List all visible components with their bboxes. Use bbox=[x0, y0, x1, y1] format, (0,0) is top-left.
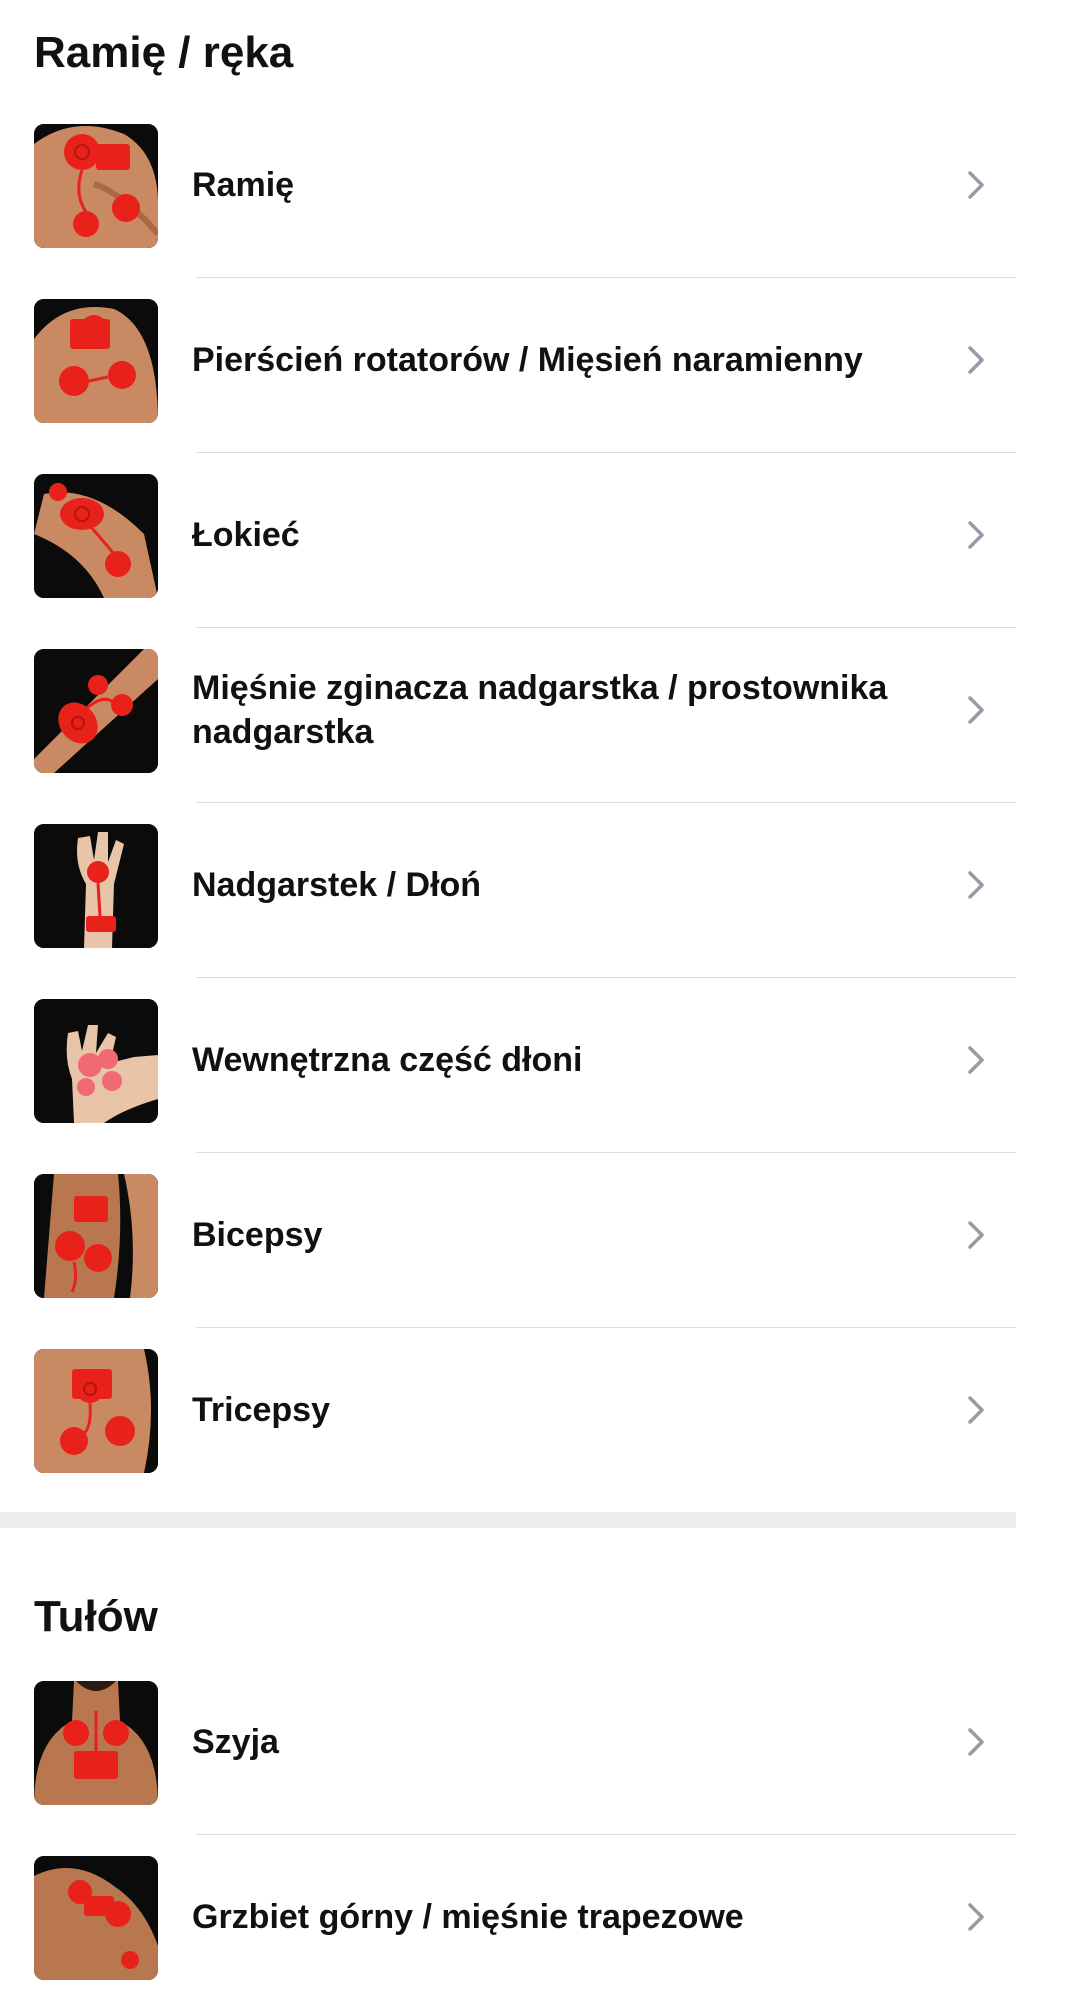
section-separator bbox=[0, 1512, 1016, 1528]
list-item-label: Bicepsy bbox=[192, 1216, 323, 1254]
chevron-right-icon bbox=[968, 1396, 984, 1424]
chevron-right-icon bbox=[968, 871, 984, 899]
list-item-label: Łokieć bbox=[192, 516, 300, 554]
list-item-label: Ramię bbox=[192, 166, 295, 204]
chevron-right-icon bbox=[968, 1903, 984, 1931]
chevron-right-icon bbox=[968, 696, 984, 724]
list-item-label: Nadgarstek / Dłoń bbox=[192, 866, 482, 904]
chevron-right-icon bbox=[968, 1221, 984, 1249]
list-item-palm[interactable]: Wewnętrzna część dłoni bbox=[0, 972, 1016, 1148]
list-item-neck[interactable]: Szyja bbox=[0, 1654, 1016, 1830]
list-item-label: Szyja bbox=[192, 1723, 279, 1761]
chevron-right-icon bbox=[968, 1728, 984, 1756]
list-item-biceps[interactable]: Bicepsy bbox=[0, 1147, 1016, 1323]
elbow-electrode-photo-icon bbox=[34, 474, 158, 598]
list-item-upper-back[interactable]: Grzbiet górny / mięśnie trapezowe bbox=[0, 1829, 1016, 2005]
section-title-arm: Ramię / ręka bbox=[34, 28, 294, 77]
list-item-triceps[interactable]: Tricepsy bbox=[0, 1322, 1016, 1498]
list-item-label: Pierścień rotatorów / Mięsień naramienny bbox=[192, 341, 863, 379]
upper-back-electrode-photo-icon bbox=[34, 1856, 158, 1980]
list-item-rotator-cuff[interactable]: Pierścień rotatorów / Mięsień naramienny bbox=[0, 272, 1016, 448]
neck-electrode-photo-icon bbox=[34, 1681, 158, 1805]
biceps-electrode-photo-icon bbox=[34, 1174, 158, 1298]
wrist-hand-electrode-photo-icon bbox=[34, 824, 158, 948]
shoulder-electrode-photo-icon bbox=[34, 124, 158, 248]
chevron-right-icon bbox=[968, 346, 984, 374]
list-item-shoulder[interactable]: Ramię bbox=[0, 97, 1016, 273]
forearm-electrode-photo-icon bbox=[34, 649, 158, 773]
list-item-label: Wewnętrzna część dłoni bbox=[192, 1041, 583, 1079]
list-item-label: Tricepsy bbox=[192, 1391, 330, 1429]
triceps-electrode-photo-icon bbox=[34, 1349, 158, 1473]
section-title-torso: Tułów bbox=[34, 1592, 158, 1641]
list-item-label: Grzbiet górny / mięśnie trapezowe bbox=[192, 1898, 744, 1936]
list-item-label: Mięśnie zginacza nadgarstka / prostownik… bbox=[192, 669, 888, 751]
palm-electrode-photo-icon bbox=[34, 999, 158, 1123]
rotator-cuff-electrode-photo-icon bbox=[34, 299, 158, 423]
chevron-right-icon bbox=[968, 171, 984, 199]
chevron-right-icon bbox=[968, 1046, 984, 1074]
chevron-right-icon bbox=[968, 521, 984, 549]
list-item-elbow[interactable]: Łokieć bbox=[0, 447, 1016, 623]
list-item-forearm[interactable]: Mięśnie zginacza nadgarstka / prostownik… bbox=[0, 622, 1016, 798]
list-item-wrist-hand[interactable]: Nadgarstek / Dłoń bbox=[0, 797, 1016, 973]
